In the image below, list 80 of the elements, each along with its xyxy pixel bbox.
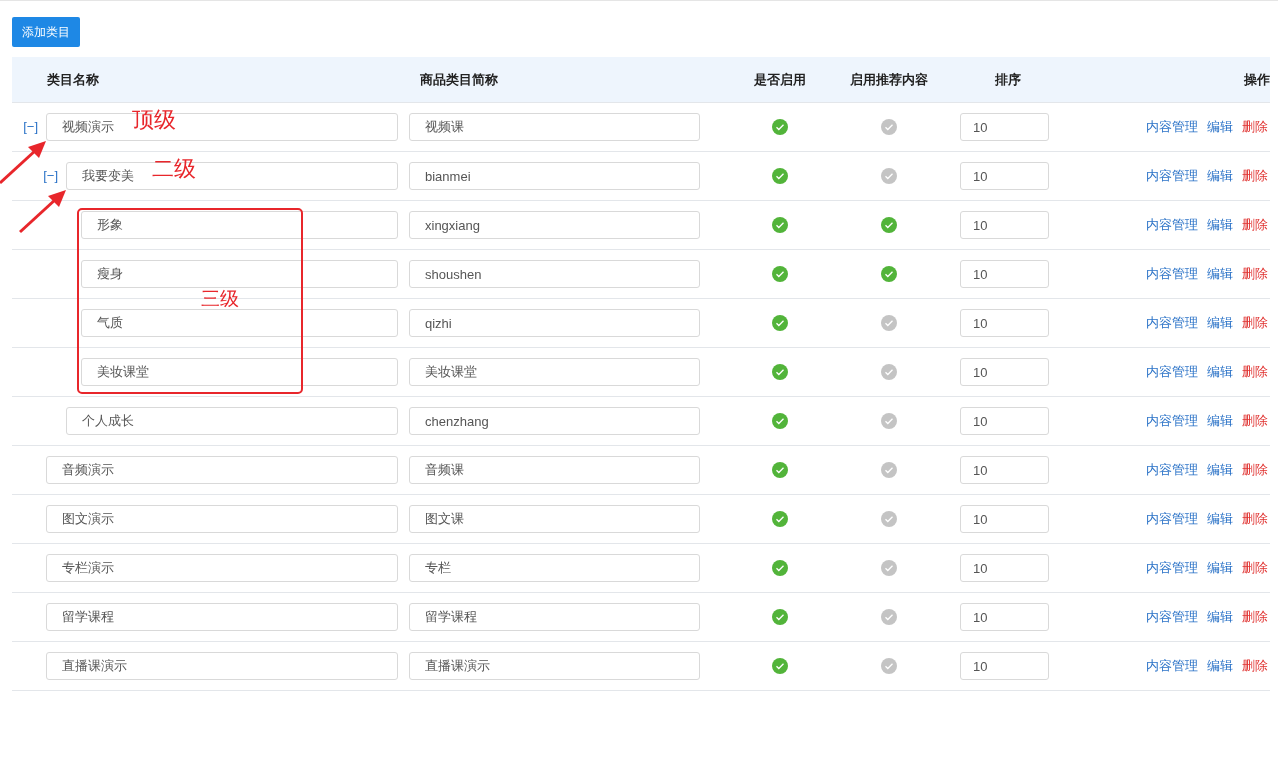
action-link[interactable]: 内容管理 [1146, 362, 1198, 382]
delete-link[interactable]: 删除 [1242, 215, 1268, 235]
action-link[interactable]: 内容管理 [1146, 558, 1198, 578]
action-link[interactable]: 编辑 [1207, 460, 1233, 480]
category-name-field[interactable]: 图文演示 [46, 505, 398, 533]
category-name-field[interactable]: 美妆课堂 [81, 358, 398, 386]
action-link[interactable]: 内容管理 [1146, 117, 1198, 137]
sort-order-field[interactable]: 10 [960, 260, 1049, 288]
action-link[interactable]: 编辑 [1207, 656, 1233, 676]
short-name-field[interactable]: 图文课 [409, 505, 700, 533]
action-link[interactable]: 编辑 [1207, 264, 1233, 284]
delete-link[interactable]: 删除 [1242, 117, 1268, 137]
sort-order-field[interactable]: 10 [960, 162, 1049, 190]
category-name-field[interactable]: 气质 [81, 309, 398, 337]
delete-link[interactable]: 删除 [1242, 607, 1268, 627]
action-link[interactable]: 内容管理 [1146, 509, 1198, 529]
sort-order-field[interactable]: 10 [960, 309, 1049, 337]
annotation-label: 三级 [201, 289, 239, 308]
delete-link[interactable]: 删除 [1242, 460, 1268, 480]
action-link[interactable]: 内容管理 [1146, 313, 1198, 333]
action-link[interactable]: 编辑 [1207, 509, 1233, 529]
action-link[interactable]: 编辑 [1207, 313, 1233, 333]
short-name-field[interactable]: xingxiang [409, 211, 700, 239]
delete-link[interactable]: 删除 [1242, 656, 1268, 676]
sort-order-field[interactable]: 10 [960, 358, 1049, 386]
sort-order-field[interactable]: 10 [960, 652, 1049, 680]
collapse-toggle[interactable]: [−] [12, 117, 38, 137]
action-link[interactable]: 编辑 [1207, 117, 1233, 137]
action-link[interactable]: 内容管理 [1146, 656, 1198, 676]
add-category-button[interactable]: 添加类目 [12, 17, 80, 47]
short-name-field[interactable]: 视频课 [409, 113, 700, 141]
action-link[interactable]: 内容管理 [1146, 166, 1198, 186]
category-name-field[interactable]: 音频演示 [46, 456, 398, 484]
delete-link[interactable]: 删除 [1242, 411, 1268, 431]
delete-link[interactable]: 删除 [1242, 362, 1268, 382]
action-link[interactable]: 内容管理 [1146, 215, 1198, 235]
category-name-field[interactable]: 瘦身 [81, 260, 398, 288]
sort-order-field[interactable]: 10 [960, 603, 1049, 631]
short-name-field[interactable]: bianmei [409, 162, 700, 190]
action-link[interactable]: 内容管理 [1146, 460, 1198, 480]
sort-order-field[interactable]: 10 [960, 113, 1049, 141]
action-link[interactable]: 编辑 [1207, 215, 1233, 235]
short-name-field[interactable]: chenzhang [409, 407, 700, 435]
short-name-field[interactable]: 音频课 [409, 456, 700, 484]
column-header: 商品类目简称 [419, 70, 498, 89]
category-name-field[interactable]: 专栏演示 [46, 554, 398, 582]
delete-link[interactable]: 删除 [1242, 166, 1268, 186]
action-link[interactable]: 内容管理 [1146, 264, 1198, 284]
category-name-field[interactable]: 留学课程 [46, 603, 398, 631]
short-name-field[interactable]: 美妆课堂 [409, 358, 700, 386]
column-header: 排序 [995, 70, 1021, 89]
action-link[interactable]: 编辑 [1207, 411, 1233, 431]
category-name-field[interactable]: 直播课演示 [46, 652, 398, 680]
action-link[interactable]: 编辑 [1207, 558, 1233, 578]
category-name-field[interactable]: 个人成长 [66, 407, 398, 435]
short-name-field[interactable]: 专栏 [409, 554, 700, 582]
sort-order-field[interactable]: 10 [960, 554, 1049, 582]
column-header: 启用推荐内容 [850, 70, 928, 89]
category-name-field[interactable]: 形象 [81, 211, 398, 239]
delete-link[interactable]: 删除 [1242, 509, 1268, 529]
short-name-field[interactable]: shoushen [409, 260, 700, 288]
short-name-field[interactable]: 留学课程 [409, 603, 700, 631]
action-link[interactable]: 内容管理 [1146, 411, 1198, 431]
sort-order-field[interactable]: 10 [960, 211, 1049, 239]
action-link[interactable]: 编辑 [1207, 362, 1233, 382]
sort-order-field[interactable]: 10 [960, 407, 1049, 435]
column-header: 类目名称 [46, 70, 99, 89]
delete-link[interactable]: 删除 [1242, 264, 1268, 284]
sort-order-field[interactable]: 10 [960, 456, 1049, 484]
action-link[interactable]: 编辑 [1207, 166, 1233, 186]
short-name-field[interactable]: 直播课演示 [409, 652, 700, 680]
delete-link[interactable]: 删除 [1242, 558, 1268, 578]
column-header: 操作 [1244, 70, 1270, 89]
short-name-field[interactable]: qizhi [409, 309, 700, 337]
action-link[interactable]: 内容管理 [1146, 607, 1198, 627]
column-header: 是否启用 [754, 70, 806, 89]
collapse-toggle[interactable]: [−] [32, 166, 58, 186]
delete-link[interactable]: 删除 [1242, 313, 1268, 333]
sort-order-field[interactable]: 10 [960, 505, 1049, 533]
action-link[interactable]: 编辑 [1207, 607, 1233, 627]
